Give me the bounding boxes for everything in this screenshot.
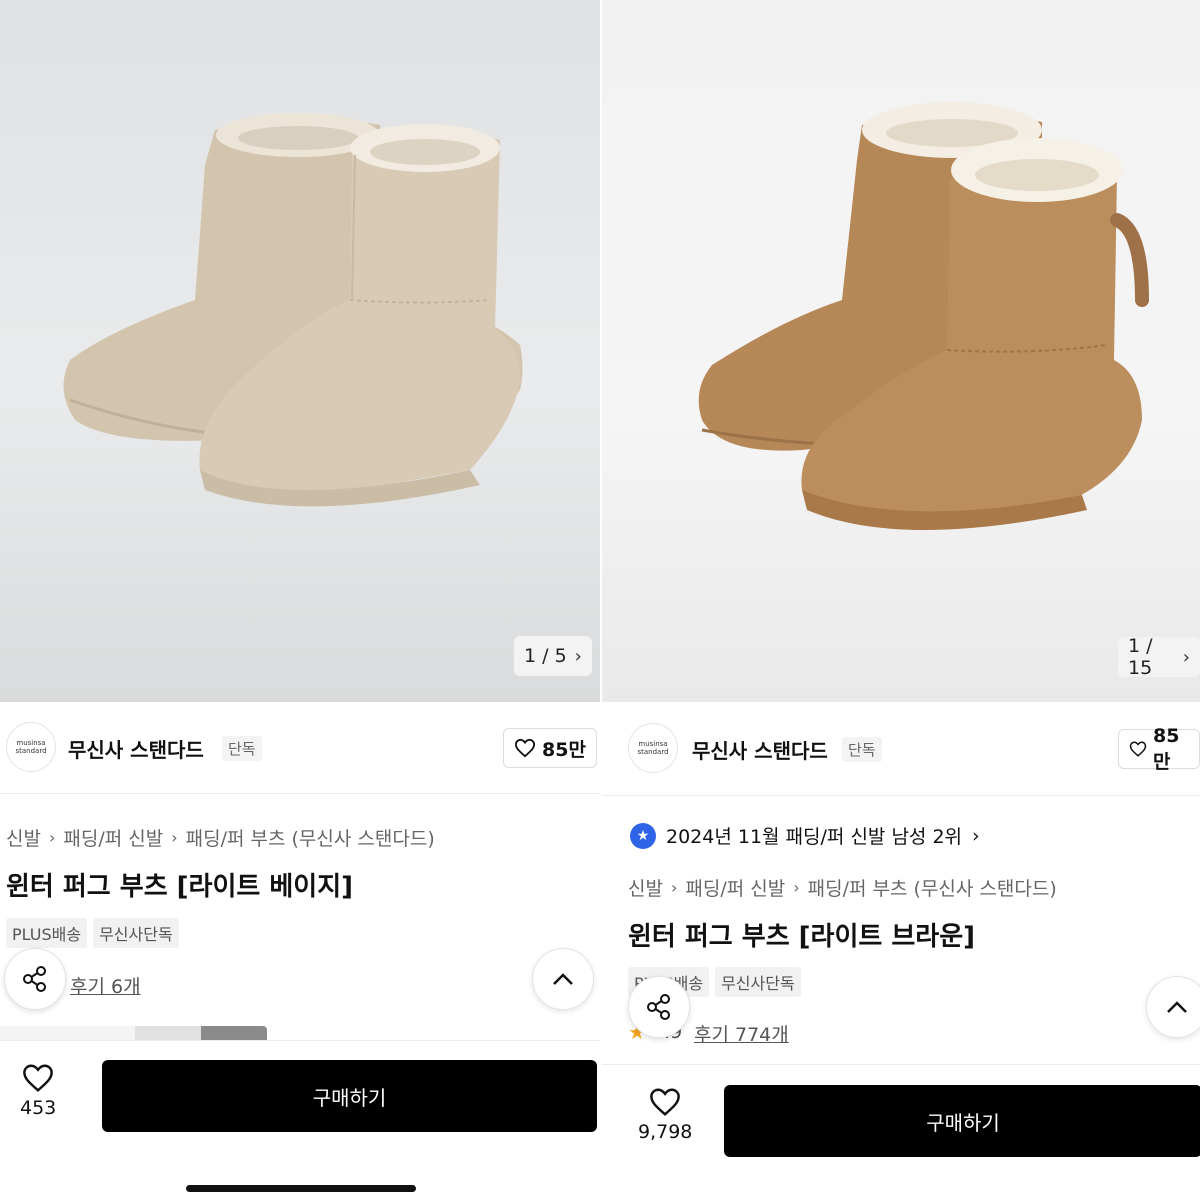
brand-logo-text-2: standard (15, 747, 47, 755)
brand-row: musinsa standard 무신사 스탠다드 단독 85만 (602, 723, 1200, 775)
heart-icon (514, 738, 536, 758)
brand-like-button[interactable]: 85만 (1118, 725, 1200, 773)
boots-image (63, 113, 523, 507)
image-counter-text: 1 / 15 (1128, 635, 1153, 679)
chevron-right-icon: › (1182, 646, 1190, 668)
brand-logo[interactable]: musinsa standard (628, 723, 678, 773)
brand-logo-text-2: standard (637, 748, 669, 756)
brand-name[interactable]: 무신사 스탠다드 (68, 734, 204, 763)
bottom-bar: 453 구매하기 (0, 1040, 600, 1200)
image-counter-text: 1 / 5 (524, 645, 567, 667)
ranking-link[interactable]: ★ 2024년 11월 패딩/퍼 신발 남성 2위 › (630, 822, 980, 849)
star-badge-icon: ★ (630, 822, 656, 849)
right-product-panel: 1 / 15 › musinsa standard 무신사 스탠다드 단독 85… (600, 0, 1200, 1200)
breadcrumb-item[interactable]: 패딩/퍼 부츠 (무신사 스탠다드) (186, 824, 435, 851)
chevron-right-icon: › (670, 878, 678, 897)
ranking-text: 2024년 11월 패딩/퍼 신발 남성 2위 (666, 826, 963, 848)
product-image-carousel[interactable]: 1 / 5 › (0, 0, 600, 702)
chevron-right-icon: › (48, 828, 56, 847)
scroll-top-button[interactable] (1146, 976, 1200, 1038)
buy-button[interactable]: 구매하기 (102, 1060, 597, 1132)
scroll-top-button[interactable] (532, 948, 594, 1010)
swatch[interactable] (201, 1026, 267, 1040)
breadcrumb: 신발 › 패딩/퍼 신발 › 패딩/퍼 부츠 (무신사 스탠다드) (6, 824, 435, 851)
heart-icon (1129, 741, 1147, 757)
chevron-right-icon: › (972, 824, 980, 847)
chevron-up-icon (1167, 1001, 1187, 1013)
breadcrumb: 신발 › 패딩/퍼 신발 › 패딩/퍼 부츠 (무신사 스탠다드) (628, 874, 1057, 901)
product-title: 윈터 퍼그 부츠 [라이트 브라운] (628, 922, 976, 952)
share-button[interactable] (628, 976, 690, 1038)
image-counter[interactable]: 1 / 15 › (1118, 635, 1200, 679)
buy-button[interactable]: 구매하기 (724, 1085, 1200, 1157)
left-product-panel: 1 / 5 › musinsa standard 무신사 스탠다드 단독 85만… (0, 0, 600, 1200)
share-icon (23, 966, 46, 992)
chevron-right-icon: › (171, 828, 178, 847)
product-image-carousel[interactable]: 1 / 15 › (602, 0, 1200, 702)
chevron-right-icon: › (574, 645, 582, 667)
bottom-bar: 9,798 구매하기 (602, 1064, 1200, 1200)
exclusive-tag: 단독 (842, 737, 882, 762)
heart-icon (23, 1064, 53, 1092)
brand-logo-text-1: musinsa (638, 740, 668, 748)
share-icon (647, 994, 670, 1020)
product-title: 윈터 퍼그 부츠 [라이트 베이지] (6, 872, 354, 902)
divider (0, 793, 600, 794)
breadcrumb-item[interactable]: 신발 (6, 824, 41, 851)
breadcrumb-item[interactable]: 신발 (628, 874, 663, 901)
brand-logo[interactable]: musinsa standard (6, 722, 56, 772)
brand-row: musinsa standard 무신사 스탠다드 단독 85만 (0, 722, 600, 774)
wish-count: 9,798 (638, 1121, 693, 1143)
wish-button[interactable]: 9,798 (638, 1087, 692, 1143)
swatch[interactable] (0, 1026, 135, 1040)
reviews-link[interactable]: 후기 6개 (70, 972, 141, 999)
wish-count: 453 (20, 1097, 57, 1119)
chip-plus-delivery: PLUS배송 (6, 918, 88, 948)
heart-icon (650, 1088, 681, 1116)
brand-logo-text-1: musinsa (16, 739, 46, 747)
product-chips: PLUS배송 무신사단독 (6, 918, 179, 948)
exclusive-tag: 단독 (222, 736, 262, 761)
home-indicator (186, 1185, 416, 1192)
chip-exclusive: 무신사단독 (715, 967, 801, 997)
color-swatches (0, 1026, 267, 1040)
image-counter[interactable]: 1 / 5 › (514, 636, 592, 676)
breadcrumb-item[interactable]: 패딩/퍼 신발 (685, 874, 785, 901)
brand-like-count: 85만 (542, 738, 586, 761)
chevron-up-icon (553, 973, 573, 985)
breadcrumb-item[interactable]: 패딩/퍼 신발 (63, 824, 163, 851)
wish-button[interactable]: 453 (20, 1063, 56, 1119)
reviews-link[interactable]: 후기 774개 (694, 1020, 789, 1047)
chip-exclusive: 무신사단독 (93, 918, 179, 948)
brand-name[interactable]: 무신사 스탠다드 (692, 735, 828, 764)
boots-image (698, 102, 1149, 530)
swatch[interactable] (135, 1026, 201, 1040)
brand-like-button[interactable]: 85만 (503, 728, 597, 768)
chevron-right-icon: › (793, 878, 800, 897)
breadcrumb-item[interactable]: 패딩/퍼 부츠 (무신사 스탠다드) (808, 874, 1057, 901)
share-button[interactable] (4, 948, 66, 1010)
divider (602, 795, 1200, 796)
brand-like-count: 85만 (1153, 724, 1180, 773)
